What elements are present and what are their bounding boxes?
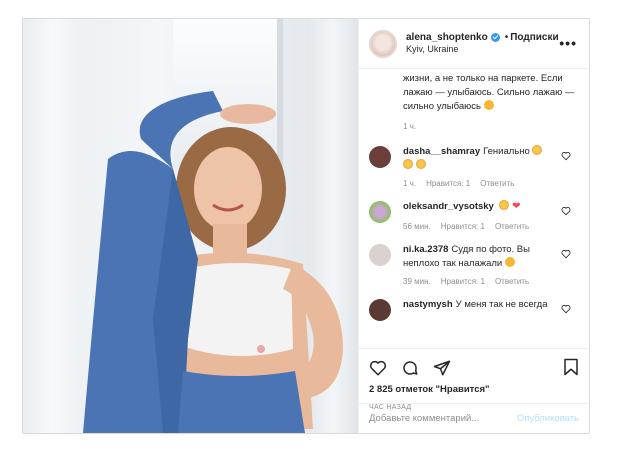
comment-body: ni.ka.2378 Судя по фото. Вы неплохо так н… [403, 243, 563, 287]
profile-avatar[interactable] [369, 29, 397, 58]
likes-count[interactable]: 2 825 отметок "Нравится" [369, 384, 579, 395]
comment-meta: 1 ч. Нравится: 1 Ответить [403, 179, 563, 188]
commenter-username[interactable]: nastymysh [403, 299, 453, 310]
comment-bubble-icon[interactable] [401, 359, 419, 377]
comment-text: dasha__shamray Гениально [403, 144, 563, 173]
reply-button[interactable]: Ответить [495, 277, 529, 286]
heart-eyes-emoji-icon [532, 144, 543, 155]
woman-figure [83, 91, 343, 433]
comment-time[interactable]: 39 мин. [403, 277, 431, 286]
username-link[interactable]: alena_shoptenko [406, 32, 488, 45]
red-heart-emoji-icon: ❤ [512, 201, 521, 213]
comment-text: oleksandr_vysotsky ❤ [403, 200, 563, 215]
commenter-avatar[interactable] [369, 243, 391, 266]
comment-meta: 56 мин. Нравится: 1 Ответить [403, 222, 563, 231]
comment-content: У меня так не всегда [455, 299, 548, 311]
comment-text: ni.ka.2378 Судя по фото. Вы неплохо так н… [403, 243, 563, 271]
header-top-row: alena_shoptenko • Подписки [406, 32, 559, 45]
grinning-emoji-icon [504, 256, 515, 267]
heart-eyes-emoji-icon [403, 158, 413, 169]
comment-item: dasha__shamray Гениально 1 ч. Нравится: 1… [369, 144, 579, 188]
post-photo[interactable] [23, 19, 358, 433]
comment-time[interactable]: 1 ч. [403, 179, 416, 188]
comments-list[interactable]: жизни, а не только на паркете. Если лажа… [359, 70, 589, 347]
comment-input[interactable] [369, 413, 517, 424]
action-icons [369, 357, 579, 379]
add-comment-bar: Опубликовать [359, 403, 589, 433]
more-options-icon[interactable]: ••• [559, 35, 577, 51]
comment-likes[interactable]: Нравится: 1 [441, 222, 485, 231]
comment-time[interactable]: 56 мин. [403, 222, 431, 231]
commenter-avatar[interactable] [369, 299, 391, 322]
comment-body: dasha__shamray Гениально 1 ч. Нравится: 1… [403, 144, 563, 188]
comment-text: nastymysh У меня так не всегда [403, 298, 563, 312]
like-comment-icon[interactable] [561, 304, 571, 314]
post-side-panel: alena_shoptenko • Подписки Kyiv, Ukraine… [358, 19, 589, 433]
like-comment-icon[interactable] [561, 206, 571, 216]
post-modal: alena_shoptenko • Подписки Kyiv, Ukraine… [22, 18, 590, 434]
like-comment-icon[interactable] [561, 249, 571, 259]
comment-content: Гениально [483, 145, 530, 157]
post-header: alena_shoptenko • Подписки Kyiv, Ukraine… [359, 19, 589, 69]
share-direct-icon[interactable] [433, 359, 451, 377]
commenter-username[interactable]: oleksandr_vysotsky [403, 201, 494, 212]
verified-badge-icon [490, 33, 500, 43]
comment-body: oleksandr_vysotsky ❤ 56 мин. Нравится: 1… [403, 200, 563, 231]
commenter-avatar[interactable] [369, 145, 391, 168]
reply-button[interactable]: Ответить [480, 179, 514, 188]
comment-likes[interactable]: Нравится: 1 [441, 277, 485, 286]
header-text: alena_shoptenko • Подписки Kyiv, Ukraine [406, 32, 559, 56]
following-button[interactable]: Подписки [510, 32, 558, 43]
like-comment-icon[interactable] [561, 151, 571, 161]
comment-meta: 39 мин. Нравится: 1 Ответить [403, 277, 563, 286]
publish-comment-button[interactable]: Опубликовать [517, 413, 579, 424]
bookmark-save-icon[interactable] [563, 358, 579, 376]
caption: жизни, а не только на паркете. Если лажа… [369, 70, 579, 133]
location-link[interactable]: Kyiv, Ukraine [406, 44, 559, 55]
comment-body: nastymysh У меня так не всегда [403, 298, 563, 321]
grinning-emoji-icon [483, 99, 494, 110]
commenter-username[interactable]: dasha__shamray [403, 146, 480, 157]
caption-timestamp[interactable]: 1 ч. [403, 121, 579, 133]
like-heart-icon[interactable] [369, 359, 387, 377]
dot-separator: • [504, 31, 509, 43]
fire-emoji-icon [499, 200, 510, 211]
reply-button[interactable]: Ответить [495, 222, 529, 231]
comment-item: nastymysh У меня так не всегда [369, 298, 579, 322]
comment-likes[interactable]: Нравится: 1 [426, 179, 470, 188]
commenter-avatar[interactable] [369, 201, 391, 224]
heart-eyes-emoji-icon [415, 158, 426, 169]
comment-item: ni.ka.2378 Судя по фото. Вы неплохо так н… [369, 243, 579, 287]
commenter-username[interactable]: ni.ka.2378 [403, 244, 448, 255]
comment-item: oleksandr_vysotsky ❤ 56 мин. Нравится: 1… [369, 200, 579, 231]
caption-text: жизни, а не только на паркете. Если лажа… [403, 72, 579, 113]
